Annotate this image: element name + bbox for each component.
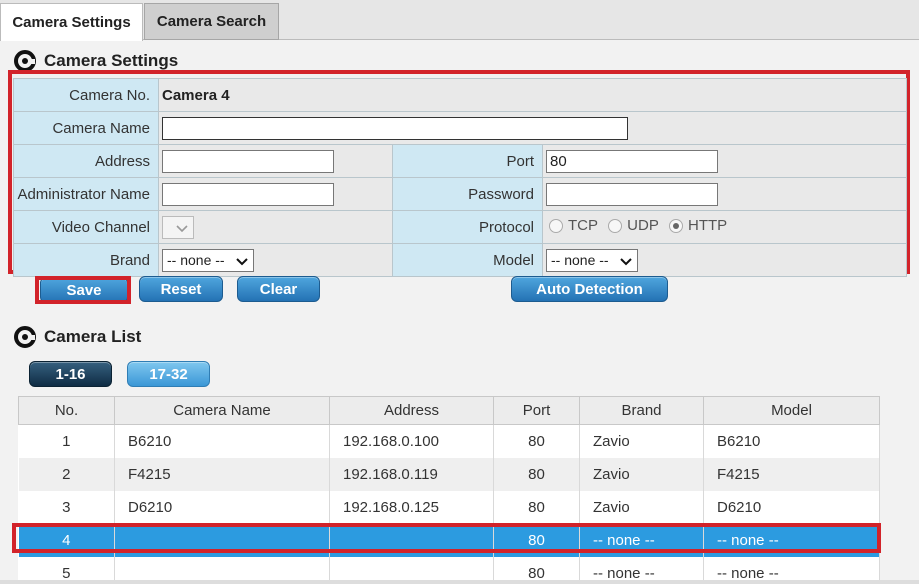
column-header: Address — [329, 396, 494, 425]
brand-logo-icon — [14, 326, 36, 348]
video-channel-label: Video Channel — [13, 210, 159, 244]
bottom-border — [0, 580, 919, 584]
table-row[interactable]: 2 F4215 192.168.0.119 80 Zavio F4215 — [18, 457, 880, 491]
tab-camera-settings[interactable]: Camera Settings — [0, 3, 143, 41]
password-label: Password — [392, 177, 543, 211]
column-header: Model — [703, 396, 880, 425]
model-select-value: -- none -- — [551, 252, 609, 268]
camera-name-label: Camera Name — [13, 111, 159, 145]
settings-form: Camera No. Camera 4 Camera Name Address … — [13, 78, 907, 277]
password-input[interactable] — [546, 182, 718, 206]
protocol-tcp-radio[interactable]: TCP — [549, 217, 598, 234]
tab-camera-search[interactable]: Camera Search — [144, 3, 279, 40]
protocol-label: Protocol — [392, 210, 543, 244]
chevron-down-icon — [620, 257, 632, 265]
protocol-http-radio[interactable]: HTTP — [669, 217, 727, 234]
clear-button[interactable]: Clear — [237, 276, 320, 302]
address-input[interactable] — [162, 149, 334, 173]
chevron-down-icon — [236, 257, 248, 265]
camera-no-value: Camera 4 — [158, 78, 907, 112]
chevron-down-icon — [176, 225, 188, 233]
protocol-udp-radio[interactable]: UDP — [608, 217, 659, 234]
column-header: Camera Name — [114, 396, 330, 425]
camera-no-label: Camera No. — [13, 78, 159, 112]
admin-name-input[interactable] — [162, 182, 334, 206]
column-header: Port — [493, 396, 580, 425]
reset-button[interactable]: Reset — [139, 276, 223, 302]
camera-name-input[interactable] — [162, 116, 628, 140]
settings-heading-text: Camera Settings — [44, 51, 179, 70]
camera-list-heading: Camera List — [14, 326, 141, 348]
selected-row-highlight-frame — [12, 523, 881, 553]
camera-list-table: No. Camera Name Address Port Brand Model… — [18, 396, 880, 584]
model-label: Model — [392, 243, 543, 277]
brand-select-value: -- none -- — [167, 252, 225, 268]
page-button-1-16[interactable]: 1-16 — [29, 361, 112, 387]
table-row[interactable]: 3 D6210 192.168.0.125 80 Zavio D6210 — [18, 490, 880, 524]
brand-logo-icon — [14, 50, 36, 72]
save-highlight-frame — [35, 276, 131, 304]
port-label: Port — [392, 144, 543, 178]
brand-select[interactable]: -- none -- — [162, 248, 254, 272]
page-button-17-32[interactable]: 17-32 — [127, 361, 210, 387]
table-row[interactable]: 1 B6210 192.168.0.100 80 Zavio B6210 — [18, 424, 880, 458]
port-input[interactable] — [546, 149, 718, 173]
brand-label: Brand — [13, 243, 159, 277]
settings-heading: Camera Settings — [14, 50, 178, 72]
camera-list-heading-text: Camera List — [44, 327, 142, 346]
model-select[interactable]: -- none -- — [546, 248, 638, 272]
address-label: Address — [13, 144, 159, 178]
video-channel-select[interactable] — [162, 216, 194, 240]
column-header: Brand — [579, 396, 704, 425]
admin-name-label: Administrator Name — [13, 177, 159, 211]
auto-detection-button[interactable]: Auto Detection — [511, 276, 668, 302]
column-header: No. — [18, 396, 115, 425]
